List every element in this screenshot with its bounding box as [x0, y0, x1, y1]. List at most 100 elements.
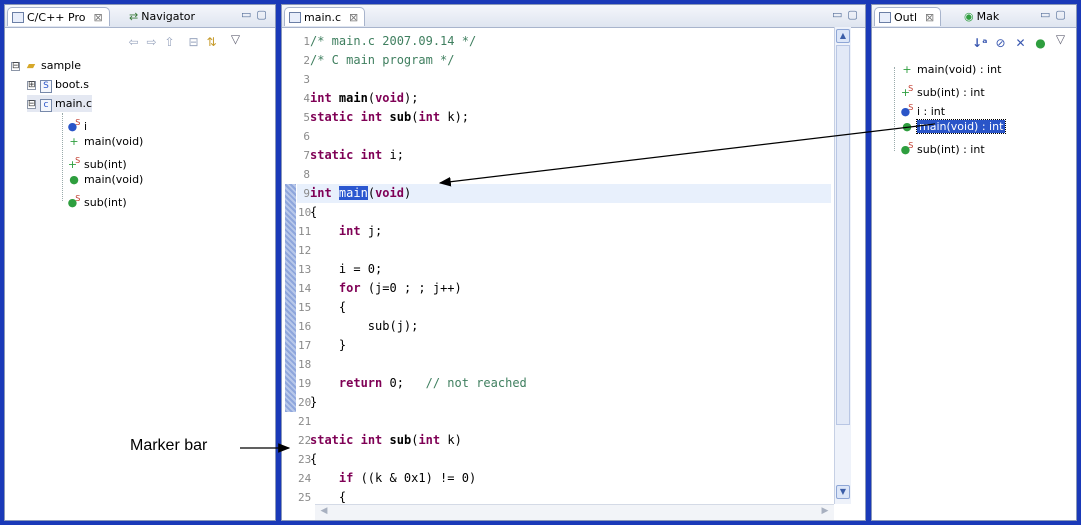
line-number: 19: [298, 377, 312, 390]
line-number: 6: [303, 130, 310, 143]
asm-file-icon: S: [40, 80, 52, 93]
c-file-icon: c: [40, 99, 52, 112]
close-icon[interactable]: ⊠: [925, 11, 934, 24]
line-number: 14: [298, 282, 312, 295]
outline-tabbar: Outl ⊠ ◉ Mak ▭▢: [872, 5, 1076, 28]
code-line: return 0; // not reached: [338, 376, 527, 390]
line-number: 3: [303, 73, 310, 86]
outline-window-controls[interactable]: ▭▢: [1040, 8, 1071, 21]
view-menu-icon[interactable]: ▽: [229, 33, 242, 46]
outline-item-sub-func[interactable]: ●S sub(int) : int: [900, 137, 985, 156]
line-number: 13: [298, 263, 312, 276]
tab-cpp-projects[interactable]: C/C++ Pro ⊠: [7, 7, 110, 26]
tab-navigator[interactable]: ⇄ Navigator: [125, 7, 201, 26]
tab-main-c[interactable]: main.c ⊠: [284, 7, 366, 26]
code-line: {: [310, 300, 347, 314]
line-number: 22: [298, 434, 312, 447]
tab-label: Mak: [976, 10, 1000, 23]
hide-nonpublic-icon[interactable]: ●: [1034, 37, 1047, 50]
line-number: 24: [298, 472, 312, 485]
outline-item-label: main(void) : int: [917, 63, 1002, 76]
marker-bar-callout-label: Marker bar: [128, 437, 210, 455]
line-number: 16: [298, 320, 312, 333]
marker-bar[interactable]: [285, 184, 296, 412]
outline-item-var-i[interactable]: ●S i : int: [900, 99, 945, 118]
expand-toggle[interactable]: ⊞: [27, 81, 36, 90]
tree-item-boot-s[interactable]: ⊞ Sboot.s: [27, 76, 89, 93]
project-folder-icon: ▰: [26, 59, 36, 72]
tab-label: C/C++ Pro: [27, 11, 86, 24]
back-arrow-icon[interactable]: ⇦: [127, 36, 140, 49]
cpp-projects-icon: [12, 12, 24, 23]
function-icon: ●: [902, 120, 912, 133]
line-number: 9: [303, 187, 310, 200]
c-file-icon: [289, 12, 301, 23]
up-folder-icon[interactable]: ⇧: [163, 36, 176, 49]
editor-window-controls[interactable]: ▭▢: [832, 8, 863, 21]
workbench-window: C/C++ Pro ⊠ ⇄ Navigator ▭▢ ⇦ ⇨ ⇧ ⊟ ⇅ ▽ ⊟ ▰ s…: [0, 0, 1081, 525]
tab-make-targets[interactable]: ◉ Mak: [960, 7, 1005, 26]
collapse-toggle[interactable]: ⊟: [11, 62, 20, 71]
tab-label: Navigator: [141, 10, 196, 23]
line-number: 11: [298, 225, 312, 238]
editor-vertical-scrollbar[interactable]: ▲ ▼: [834, 27, 851, 504]
static-variable-icon: ●S: [900, 103, 914, 118]
line-number: 23: [298, 453, 312, 466]
hide-fields-icon[interactable]: ⊘: [994, 37, 1007, 50]
tree-item-main-func[interactable]: ● main(void): [67, 171, 143, 188]
hide-static-icon[interactable]: ✕: [1014, 37, 1027, 50]
collapse-toggle[interactable]: ⊟: [27, 100, 36, 109]
code-line: /* C main program */: [310, 53, 455, 67]
static-function-declaration-icon: +S: [900, 84, 914, 99]
tree-item-var-i[interactable]: ●S i: [67, 114, 87, 133]
line-number: 10: [298, 206, 312, 219]
selected-word: main: [338, 186, 368, 200]
outline-item-main-func[interactable]: ● main(void) : int: [900, 118, 1007, 135]
tree-item-label: main(void): [84, 173, 144, 186]
scroll-down-button[interactable]: ▼: [836, 485, 850, 499]
code-line: static int i;: [310, 148, 404, 162]
view-window-controls[interactable]: ▭▢: [241, 8, 272, 21]
function-declaration-icon: +: [69, 135, 79, 148]
code-line: {: [310, 205, 318, 219]
tab-outline[interactable]: Outl ⊠: [874, 7, 942, 26]
forward-arrow-icon[interactable]: ⇨: [145, 36, 158, 49]
view-menu-icon[interactable]: ▽: [1054, 33, 1067, 46]
outline-item-main-decl[interactable]: + main(void) : int: [900, 61, 1001, 78]
tree-item-label: main(void): [84, 135, 144, 148]
link-editor-icon[interactable]: ⇅: [205, 36, 218, 49]
line-number: 18: [298, 358, 312, 371]
line-number: 20: [298, 396, 312, 409]
code-line: i = 0;: [310, 262, 383, 276]
scroll-left-button[interactable]: ◀: [317, 506, 331, 518]
sort-icon[interactable]: ↓ᵃ: [972, 37, 988, 50]
tree-item-sub-decl[interactable]: +S sub(int): [67, 152, 127, 171]
close-icon[interactable]: ⊠: [93, 11, 102, 24]
code-line: sub(j);: [310, 319, 419, 333]
scroll-thumb[interactable]: [836, 45, 850, 425]
scroll-right-button[interactable]: ▶: [818, 506, 832, 518]
code-line: for (j=0 ; ; j++): [338, 281, 462, 295]
static-function-icon: ●S: [900, 141, 914, 156]
outline-icon: [879, 12, 891, 23]
outline-pane: Outl ⊠ ◉ Mak ▭▢ ↓ᵃ ⊘ ✕ ● ▽ + main(void) : i…: [871, 4, 1077, 521]
scroll-up-button[interactable]: ▲: [836, 29, 850, 43]
tree-item-label: main.c: [55, 97, 93, 110]
collapse-all-icon[interactable]: ⊟: [187, 36, 200, 49]
code-line: /* main.c 2007.09.14 */: [310, 34, 477, 48]
tree-item-sample[interactable]: ⊟ ▰ sample: [11, 57, 81, 74]
line-number: 15: [298, 301, 312, 314]
editor-horizontal-scrollbar[interactable]: ◀ ▶: [315, 504, 834, 520]
outline-guide-line: [894, 67, 895, 151]
tree-item-main-decl[interactable]: + main(void): [67, 133, 143, 150]
line-number: 1: [303, 35, 310, 48]
tree-item-main-c[interactable]: ⊟ c main.c: [27, 95, 93, 112]
code-line: {: [310, 452, 318, 466]
outline-item-sub-decl[interactable]: +S sub(int) : int: [900, 80, 985, 99]
close-icon[interactable]: ⊠: [349, 11, 358, 24]
code-line: if ((k & 0x1) != 0): [338, 471, 477, 485]
line-number: 21: [298, 415, 312, 428]
line-number: 12: [298, 244, 312, 257]
tree-item-sub-func[interactable]: ●S sub(int): [67, 190, 127, 209]
function-icon: ●: [69, 173, 79, 186]
